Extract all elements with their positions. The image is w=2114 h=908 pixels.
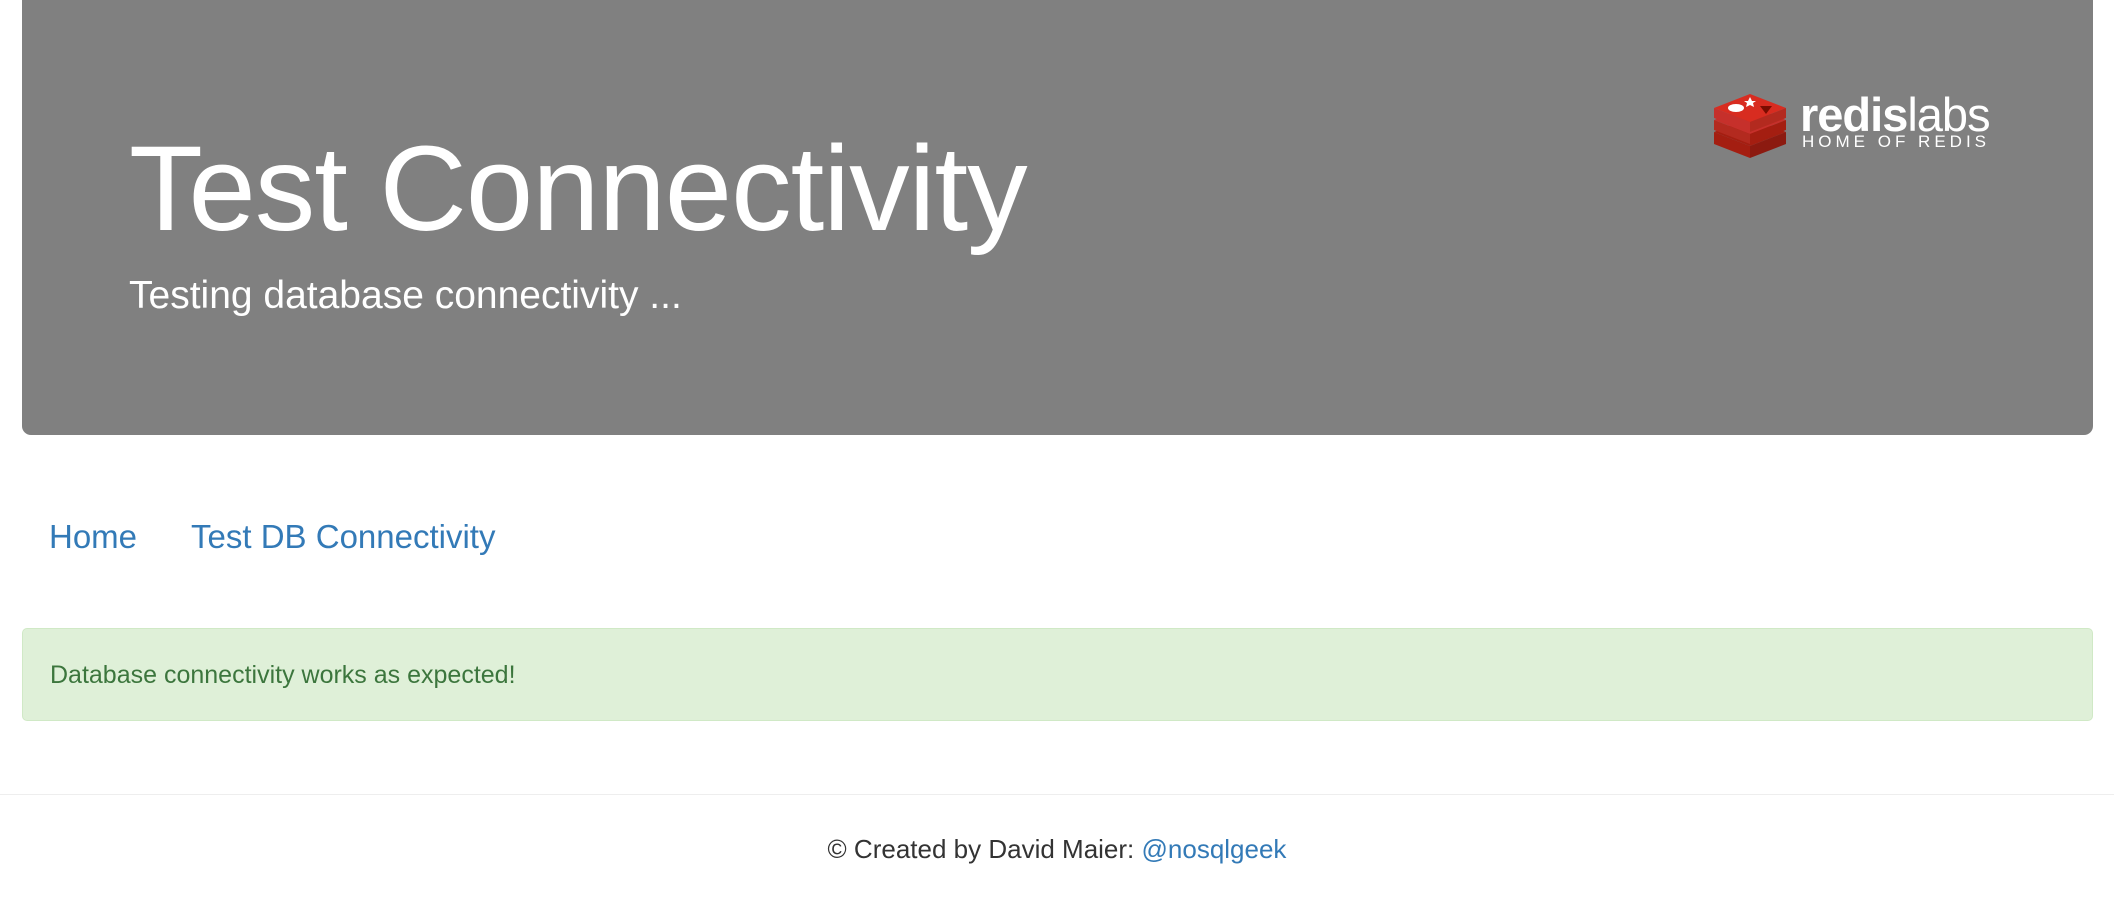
footer-author-link[interactable]: @nosqlgeek bbox=[1142, 834, 1287, 864]
page-footer: © Created by David Maier: @nosqlgeek bbox=[0, 826, 2114, 872]
jumbotron-header: Test Connectivity Testing database conne… bbox=[22, 0, 2093, 435]
page-title: Test Connectivity bbox=[129, 120, 1028, 256]
footer-credit: © Created by David Maier: bbox=[827, 834, 1142, 864]
main-nav: Home Test DB Connectivity bbox=[22, 500, 522, 574]
nav-link-home[interactable]: Home bbox=[22, 500, 164, 574]
redislabs-logo: redislabs HOME OF REDIS bbox=[1710, 88, 2010, 160]
redis-cube-icon bbox=[1714, 94, 1786, 158]
logo-tagline: HOME OF REDIS bbox=[1802, 132, 1991, 151]
success-alert: Database connectivity works as expected! bbox=[22, 628, 2093, 721]
page-subtitle: Testing database connectivity ... bbox=[129, 274, 682, 317]
nav-link-test-db-connectivity[interactable]: Test DB Connectivity bbox=[164, 500, 522, 574]
footer-divider bbox=[0, 794, 2114, 795]
